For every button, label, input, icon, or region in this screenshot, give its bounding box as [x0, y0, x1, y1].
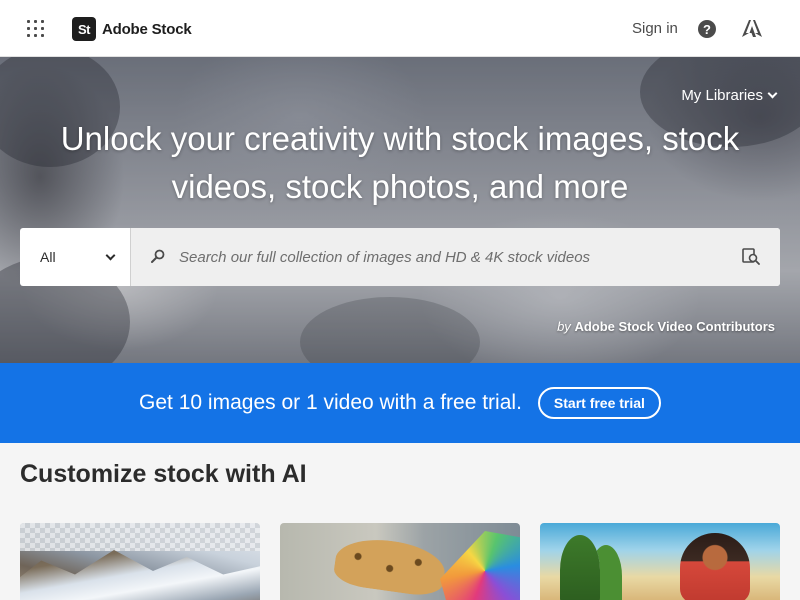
search-input[interactable] — [179, 228, 719, 286]
hero-section: My Libraries Unlock your creativity with… — [0, 57, 800, 363]
search-category-value: All — [40, 249, 56, 265]
free-trial-banner: Get 10 images or 1 video with a free tri… — [0, 363, 800, 443]
my-libraries-label: My Libraries — [681, 87, 763, 104]
my-libraries-dropdown[interactable]: My Libraries — [681, 87, 778, 104]
start-free-trial-button[interactable]: Start free trial — [537, 387, 661, 419]
image-credit: by Adobe Stock Video Contributors — [557, 319, 775, 334]
top-header: St Adobe Stock Sign in ? — [0, 0, 800, 57]
section-title: Customize stock with AI — [20, 460, 307, 488]
ai-feature-card-painting[interactable] — [540, 523, 780, 600]
search-icon — [151, 249, 165, 263]
sign-in-link[interactable]: Sign in — [632, 20, 678, 37]
adobe-stock-logo[interactable]: St Adobe Stock — [72, 17, 192, 41]
credit-by: by — [557, 319, 571, 334]
apps-grid-icon[interactable] — [27, 20, 45, 38]
help-icon[interactable]: ? — [698, 20, 716, 38]
chevron-down-icon — [105, 250, 116, 260]
trial-banner-text: Get 10 images or 1 video with a free tri… — [139, 391, 522, 414]
stock-logo-badge: St — [72, 17, 96, 41]
adobe-icon[interactable] — [742, 20, 762, 37]
chevron-down-icon — [767, 88, 778, 99]
hero-title-line-1: Unlock your creativity with stock images… — [60, 120, 740, 157]
logo-text: Adobe Stock — [102, 20, 192, 38]
hero-title-line-2: videos, stock photos, and more — [171, 168, 629, 205]
ai-feature-card-cheetah[interactable] — [280, 523, 520, 600]
search-bar: All — [20, 228, 780, 286]
search-field — [131, 228, 780, 286]
hero-title: Unlock your creativity with stock images… — [40, 115, 760, 211]
credit-contributor-link[interactable]: Adobe Stock Video Contributors — [574, 319, 775, 334]
visual-search-icon[interactable] — [742, 247, 760, 265]
ai-feature-card-mountains[interactable] — [20, 523, 260, 600]
search-category-select[interactable]: All — [20, 228, 131, 286]
